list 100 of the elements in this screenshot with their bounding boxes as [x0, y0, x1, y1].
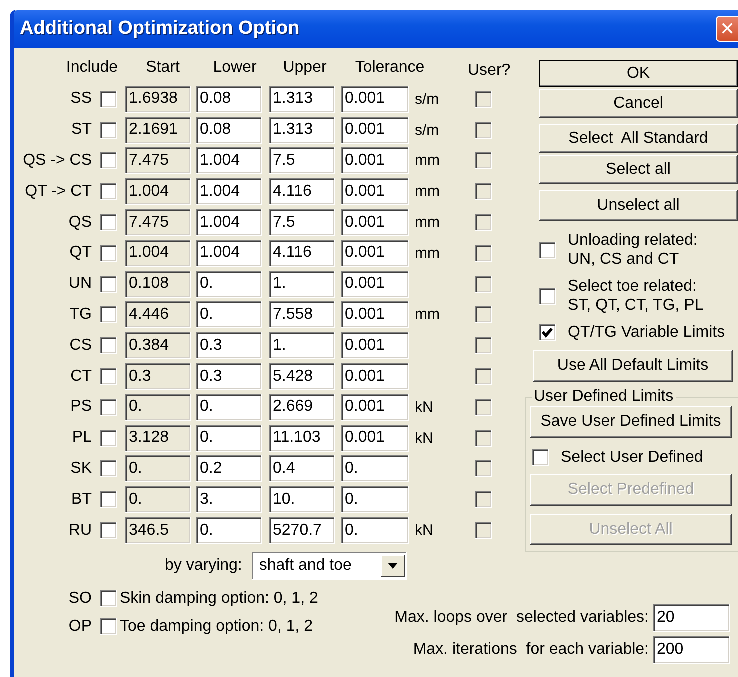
- lower-field[interactable]: 0.2: [196, 455, 262, 482]
- dialog-button[interactable]: Cancel: [539, 89, 738, 118]
- upper-field[interactable]: 10.: [269, 486, 335, 514]
- option-checkbox[interactable]: [539, 242, 556, 258]
- upper-field[interactable]: 1.: [269, 332, 335, 360]
- tolerance-field[interactable]: 0.001: [341, 209, 409, 236]
- include-checkbox[interactable]: [100, 122, 117, 139]
- start-field[interactable]: 7.475: [125, 209, 191, 236]
- loop-field[interactable]: 20: [653, 604, 730, 632]
- include-checkbox[interactable]: [100, 214, 117, 232]
- lower-field[interactable]: 3.: [196, 486, 262, 514]
- user-checkbox[interactable]: [475, 491, 492, 508]
- include-checkbox[interactable]: [100, 430, 117, 447]
- start-field[interactable]: 0.384: [125, 332, 191, 360]
- upper-field[interactable]: 11.103: [269, 424, 335, 452]
- tolerance-field[interactable]: 0.: [341, 517, 409, 544]
- user-defined-checkbox[interactable]: [532, 448, 549, 466]
- lower-field[interactable]: 1.004: [196, 240, 262, 267]
- lower-field[interactable]: 0.08: [196, 116, 262, 144]
- option-checkbox[interactable]: [539, 324, 556, 341]
- dialog-button[interactable]: Unselect all: [539, 190, 738, 221]
- tolerance-field[interactable]: 0.001: [341, 394, 409, 421]
- start-field[interactable]: 4.446: [125, 301, 191, 328]
- start-field[interactable]: 0.108: [125, 270, 191, 298]
- user-checkbox[interactable]: [475, 368, 492, 386]
- lower-field[interactable]: 0.: [196, 424, 262, 452]
- include-checkbox[interactable]: [100, 306, 117, 324]
- dialog-button[interactable]: Select all: [539, 155, 738, 184]
- start-field[interactable]: 0.3: [125, 363, 191, 390]
- default-limits-button[interactable]: Use All Default Limits: [533, 350, 733, 382]
- upper-field[interactable]: 1.: [269, 270, 335, 298]
- upper-field[interactable]: 0.4: [269, 455, 335, 482]
- lower-field[interactable]: 0.3: [196, 332, 262, 360]
- start-field[interactable]: 0.: [125, 486, 191, 514]
- user-checkbox[interactable]: [475, 460, 492, 478]
- lower-field[interactable]: 0.08: [196, 86, 262, 113]
- tolerance-field[interactable]: 0.001: [341, 116, 409, 144]
- user-checkbox[interactable]: [475, 122, 492, 139]
- tolerance-field[interactable]: 0.001: [341, 86, 409, 113]
- tolerance-field[interactable]: 0.001: [341, 178, 409, 206]
- tolerance-field[interactable]: 0.001: [341, 301, 409, 328]
- user-checkbox[interactable]: [475, 214, 492, 232]
- user-checkbox[interactable]: [475, 430, 492, 447]
- user-checkbox[interactable]: [475, 90, 492, 108]
- tolerance-field[interactable]: 0.001: [341, 424, 409, 452]
- user-checkbox[interactable]: [475, 152, 492, 170]
- user-checkbox[interactable]: [475, 306, 492, 324]
- user-checkbox[interactable]: [475, 183, 492, 200]
- include-checkbox[interactable]: [100, 337, 117, 354]
- lower-field[interactable]: 0.: [196, 301, 262, 328]
- lower-field[interactable]: 0.: [196, 394, 262, 421]
- lower-field[interactable]: 0.: [196, 517, 262, 544]
- include-checkbox[interactable]: [100, 522, 117, 540]
- start-field[interactable]: 2.1691: [125, 116, 191, 144]
- include-checkbox[interactable]: [100, 276, 117, 293]
- user-checkbox[interactable]: [475, 398, 492, 416]
- start-field[interactable]: 0.: [125, 455, 191, 482]
- start-field[interactable]: 1.004: [125, 178, 191, 206]
- include-checkbox[interactable]: [100, 398, 117, 416]
- start-field[interactable]: 0.: [125, 394, 191, 421]
- upper-field[interactable]: 7.5: [269, 147, 335, 174]
- upper-field[interactable]: 4.116: [269, 240, 335, 267]
- loop-field[interactable]: 200: [653, 636, 730, 664]
- user-checkbox[interactable]: [475, 337, 492, 354]
- upper-field[interactable]: 7.5: [269, 209, 335, 236]
- upper-field[interactable]: 2.669: [269, 394, 335, 421]
- user-checkbox[interactable]: [475, 522, 492, 540]
- include-checkbox[interactable]: [100, 491, 117, 508]
- start-field[interactable]: 346.5: [125, 517, 191, 544]
- option-checkbox[interactable]: [100, 618, 117, 636]
- dialog-button[interactable]: OK: [539, 60, 738, 87]
- user-checkbox[interactable]: [475, 244, 492, 262]
- lower-field[interactable]: 1.004: [196, 147, 262, 174]
- lower-field[interactable]: 1.004: [196, 178, 262, 206]
- include-checkbox[interactable]: [100, 90, 117, 108]
- lower-field[interactable]: 0.: [196, 270, 262, 298]
- upper-field[interactable]: 1.313: [269, 116, 335, 144]
- upper-field[interactable]: 1.313: [269, 86, 335, 113]
- tolerance-field[interactable]: 0.: [341, 486, 409, 514]
- option-checkbox[interactable]: [539, 288, 556, 304]
- group-button[interactable]: Save User Defined Limits: [530, 406, 732, 438]
- varying-dropdown[interactable]: shaft and toe: [252, 552, 408, 580]
- start-field[interactable]: 3.128: [125, 424, 191, 452]
- start-field[interactable]: 1.6938: [125, 86, 191, 113]
- upper-field[interactable]: 7.558: [269, 301, 335, 328]
- tolerance-field[interactable]: 0.001: [341, 363, 409, 390]
- include-checkbox[interactable]: [100, 244, 117, 262]
- lower-field[interactable]: 1.004: [196, 209, 262, 236]
- tolerance-field[interactable]: 0.001: [341, 270, 409, 298]
- tolerance-field[interactable]: 0.: [341, 455, 409, 482]
- start-field[interactable]: 1.004: [125, 240, 191, 267]
- option-checkbox[interactable]: [100, 590, 117, 608]
- tolerance-field[interactable]: 0.001: [341, 240, 409, 267]
- tolerance-field[interactable]: 0.001: [341, 332, 409, 360]
- user-checkbox[interactable]: [475, 276, 492, 293]
- tolerance-field[interactable]: 0.001: [341, 147, 409, 174]
- start-field[interactable]: 7.475: [125, 147, 191, 174]
- upper-field[interactable]: 5.428: [269, 363, 335, 390]
- include-checkbox[interactable]: [100, 152, 117, 170]
- include-checkbox[interactable]: [100, 368, 117, 386]
